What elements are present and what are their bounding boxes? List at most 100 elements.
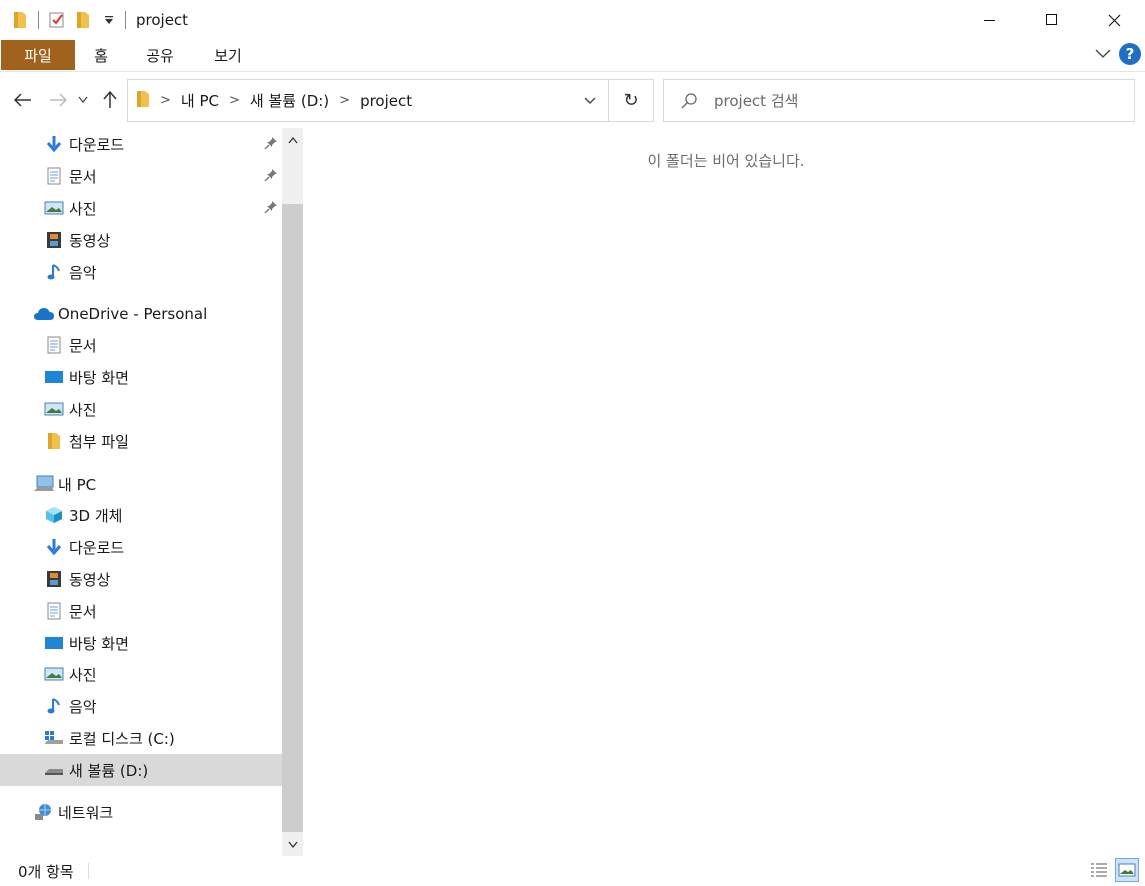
breadcrumb-chevron-icon[interactable]: > [229, 93, 240, 108]
new-folder-icon[interactable] [73, 10, 93, 30]
nav-item-3d-objects[interactable]: 3D 개체 [0, 499, 282, 531]
scroll-thumb[interactable] [282, 204, 303, 832]
nav-item-label: 로컬 디스크 (C:) [69, 729, 175, 748]
nav-item-videos[interactable]: 동영상 [0, 224, 282, 256]
nav-item-pc-music[interactable]: 음악 [0, 690, 282, 722]
nav-item-label: 문서 [69, 167, 97, 186]
pin-icon[interactable] [264, 136, 278, 154]
nav-item-label: 사진 [69, 400, 97, 419]
tab-share[interactable]: 공유 [137, 40, 183, 70]
back-button[interactable] [11, 88, 35, 112]
nav-item-network[interactable]: 네트워크 [0, 796, 282, 828]
nav-item-pictures[interactable]: 사진 [0, 192, 282, 224]
up-button[interactable] [98, 88, 122, 112]
item-count: 0개 항목 [18, 862, 74, 881]
quick-access-toolbar [0, 0, 134, 40]
nav-item-label: 다운로드 [69, 538, 125, 557]
nav-item-onedrive-pictures[interactable]: 사진 [0, 393, 282, 425]
nav-item-label: 바탕 화면 [69, 368, 129, 387]
nav-item-onedrive[interactable]: OneDrive - Personal [0, 298, 282, 330]
nav-item-label: 첨부 파일 [69, 432, 129, 451]
chevron-down-icon [287, 841, 298, 848]
pin-icon[interactable] [264, 200, 278, 218]
nav-item-label: 네트워크 [58, 803, 114, 822]
expand-ribbon-icon[interactable] [1095, 45, 1111, 63]
address-row: > 내 PC > 새 볼륨 (D:) > project ↻ [0, 74, 1145, 128]
breadcrumb-chevron-icon[interactable]: > [339, 93, 350, 108]
computer-icon [32, 474, 56, 494]
drive-icon [44, 760, 64, 780]
nav-item-label: 3D 개체 [69, 506, 123, 525]
music-icon [44, 262, 64, 282]
chevron-down-icon [78, 96, 88, 104]
maximize-button[interactable] [1021, 0, 1083, 40]
recent-locations-button[interactable] [73, 88, 93, 112]
breadcrumb-drive-d[interactable]: 새 볼륨 (D:) [250, 90, 329, 111]
breadcrumb-chevron-icon[interactable]: > [160, 93, 171, 108]
nav-item-pc-pictures[interactable]: 사진 [0, 658, 282, 690]
nav-item-this-pc[interactable]: 내 PC [0, 468, 282, 500]
scroll-up-button[interactable] [282, 128, 303, 152]
download-arrow-icon [44, 134, 64, 154]
nav-item-onedrive-attachments[interactable]: 첨부 파일 [0, 425, 282, 457]
refresh-button[interactable]: ↻ [609, 79, 654, 122]
minimize-icon [984, 20, 995, 21]
ribbon-right-controls: ? [1095, 43, 1141, 65]
forward-button[interactable] [46, 88, 70, 112]
breadcrumb-this-pc[interactable]: 내 PC [181, 90, 219, 111]
nav-item-label: 사진 [69, 199, 97, 218]
customize-dropdown-icon[interactable] [99, 10, 119, 30]
nav-item-label: 문서 [69, 336, 97, 355]
pictures-icon [44, 198, 64, 218]
properties-icon[interactable] [47, 10, 67, 30]
details-view-icon [1091, 863, 1107, 877]
address-dropdown-button[interactable] [572, 97, 608, 105]
nav-item-downloads[interactable]: 다운로드 [0, 128, 282, 160]
video-icon [44, 569, 64, 589]
tab-view[interactable]: 보기 [204, 40, 252, 70]
search-box[interactable] [663, 79, 1135, 122]
nav-item-onedrive-documents[interactable]: 문서 [0, 329, 282, 361]
large-icons-view-button[interactable] [1115, 858, 1139, 882]
scroll-down-button[interactable] [282, 832, 303, 856]
nav-item-local-disk-c[interactable]: 로컬 디스크 (C:) [0, 722, 282, 754]
search-input[interactable] [714, 91, 1114, 110]
windows-drive-icon [44, 728, 64, 748]
desktop-icon [44, 367, 64, 387]
nav-item-music[interactable]: 음악 [0, 256, 282, 288]
nav-item-label: 사진 [69, 665, 97, 684]
nav-item-pc-videos[interactable]: 동영상 [0, 563, 282, 595]
nav-item-pc-documents[interactable]: 문서 [0, 595, 282, 627]
nav-scrollbar[interactable] [282, 128, 303, 856]
tab-file[interactable]: 파일 [1, 40, 75, 70]
breadcrumb-project[interactable]: project [360, 92, 412, 110]
chevron-down-icon [584, 97, 596, 104]
address-bar[interactable]: > 내 PC > 새 볼륨 (D:) > project [127, 79, 609, 122]
file-list-area[interactable]: 이 폴더는 비어 있습니다. [303, 128, 1145, 856]
download-arrow-icon [44, 537, 64, 557]
nav-item-pc-desktop[interactable]: 바탕 화면 [0, 627, 282, 659]
nav-item-label: 동영상 [69, 231, 111, 250]
nav-item-pc-downloads[interactable]: 다운로드 [0, 531, 282, 563]
tab-home[interactable]: 홈 [82, 40, 120, 70]
nav-item-label: 바탕 화면 [69, 634, 129, 653]
nav-item-onedrive-desktop[interactable]: 바탕 화면 [0, 361, 282, 393]
window-controls [959, 0, 1145, 40]
up-arrow-icon [103, 91, 117, 108]
search-icon [664, 92, 714, 110]
details-view-button[interactable] [1087, 858, 1111, 882]
nav-item-label: 다운로드 [69, 135, 125, 154]
minimize-button[interactable] [959, 0, 1021, 40]
title-bar: project [0, 0, 1145, 40]
document-icon [44, 166, 64, 186]
close-button[interactable] [1083, 0, 1145, 40]
empty-folder-message: 이 폴더는 비어 있습니다. [647, 152, 805, 170]
nav-item-documents[interactable]: 문서 [0, 160, 282, 192]
nav-item-volume-d[interactable]: 새 볼륨 (D:) [0, 754, 282, 786]
breadcrumb: > 내 PC > 새 볼륨 (D:) > project [128, 90, 572, 112]
status-separator [87, 863, 89, 879]
window-title: project [136, 11, 189, 29]
help-icon[interactable]: ? [1119, 43, 1141, 65]
close-icon [1108, 14, 1120, 26]
pin-icon[interactable] [264, 168, 278, 186]
